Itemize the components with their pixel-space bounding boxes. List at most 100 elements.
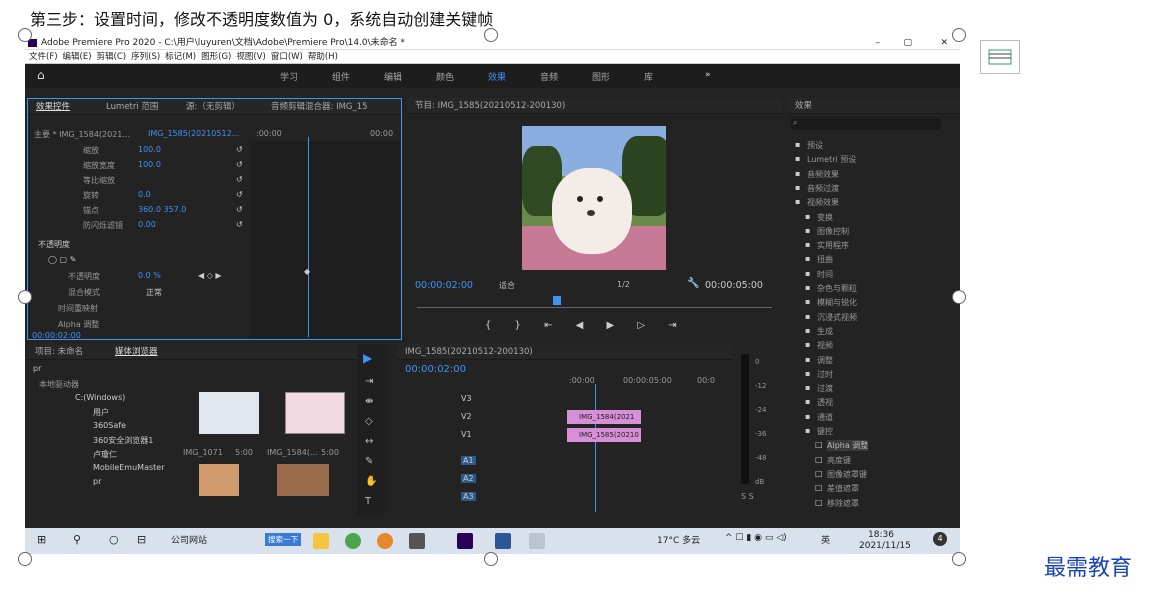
menu-item-7[interactable]: 窗口(W): [271, 52, 303, 62]
resize-handle-mr[interactable]: [952, 290, 966, 304]
ec-tab-2[interactable]: 源:（无剪辑）: [186, 99, 240, 115]
effects-item-23[interactable]: 图像遮罩键: [827, 469, 867, 480]
program-playhead[interactable]: [553, 296, 561, 305]
effects-item-20[interactable]: 键控: [817, 426, 833, 437]
home-icon[interactable]: ⌂: [37, 68, 45, 82]
effects-item-7[interactable]: 实用程序: [817, 240, 849, 251]
resize-handle-ml[interactable]: [18, 290, 32, 304]
workspace-tab-5[interactable]: 音频: [540, 70, 558, 83]
menu-item-2[interactable]: 剪辑(C): [97, 52, 127, 62]
maximize-button[interactable]: ▢: [903, 36, 912, 50]
project-tab-0[interactable]: 项目: 未命名: [35, 344, 83, 360]
workspace-tab-0[interactable]: 学习: [280, 70, 298, 83]
effects-item-4[interactable]: 视频效果: [807, 197, 839, 208]
workspace-tab-4[interactable]: 效果: [488, 70, 506, 83]
text-wrap-icon[interactable]: [980, 40, 1020, 74]
cortana-icon[interactable]: ○: [109, 533, 119, 546]
effects-item-5[interactable]: 变换: [817, 212, 833, 223]
keyframe-diamond[interactable]: ◆: [304, 267, 310, 276]
menu-item-0[interactable]: 文件(F): [29, 52, 58, 62]
ec-prop-value[interactable]: 100.0: [138, 160, 161, 169]
browser-search-button[interactable]: 搜索一下: [265, 533, 301, 546]
tree-item-6[interactable]: pr: [93, 477, 101, 486]
effects-item-3[interactable]: 音频过渡: [807, 183, 839, 194]
blend-mode-select[interactable]: 正常: [146, 287, 162, 298]
premiere-taskbar-icon[interactable]: [457, 533, 473, 549]
ec-timecode[interactable]: 00:00:02:00: [32, 331, 81, 339]
timeline-playhead[interactable]: [595, 384, 596, 512]
effects-item-1[interactable]: Lumetri 预设: [807, 154, 856, 165]
workspace-tab-2[interactable]: 编辑: [384, 70, 402, 83]
tree-item-3[interactable]: 360安全浏览器1: [93, 435, 153, 446]
reset-icon[interactable]: ↺: [236, 175, 243, 184]
file-explorer-icon[interactable]: [313, 533, 329, 549]
network-app-icon[interactable]: [529, 533, 545, 549]
mask-shape-tools[interactable]: ◯ ▢ ✎: [48, 255, 76, 264]
ec-keyframe-area[interactable]: ◆: [250, 137, 400, 339]
master-clip-label[interactable]: 主要 * IMG_1584(2021...: [34, 129, 130, 140]
fx-opacity-label[interactable]: 不透明度: [38, 239, 70, 250]
reset-icon[interactable]: ↺: [236, 190, 243, 199]
transport-controls[interactable]: { } ⇤ ◀ ▶ ▷ ⇥: [485, 320, 687, 331]
effects-item-16[interactable]: 过时: [817, 369, 833, 380]
opacity-value[interactable]: 0.0 %: [138, 271, 161, 280]
tree-item-0[interactable]: C:(Windows): [75, 393, 125, 402]
effects-item-19[interactable]: 通道: [817, 412, 833, 423]
keyframe-nav-icon[interactable]: ◀ ◇ ▶: [198, 271, 222, 280]
workspace-tab-6[interactable]: 图形: [592, 70, 610, 83]
input-language[interactable]: 英: [821, 533, 830, 546]
tree-item-1[interactable]: 用户: [93, 407, 109, 418]
app-icon[interactable]: [377, 533, 393, 549]
audio-track-A1[interactable]: A1: [461, 456, 476, 465]
resize-handle-tc[interactable]: [484, 28, 498, 42]
word-icon[interactable]: [495, 533, 511, 549]
ec-prop-value[interactable]: 360.0 357.0: [138, 205, 186, 214]
quality-select[interactable]: 1/2: [617, 280, 630, 289]
search-icon[interactable]: ⚲: [73, 533, 81, 546]
tool-icons[interactable]: ⇥ ⇼ ◇ ↔ ✎ ✋ T: [365, 372, 379, 512]
audio-track-A2[interactable]: A2: [461, 474, 476, 483]
close-button[interactable]: ✕: [940, 36, 948, 50]
thumb-3-image[interactable]: [199, 464, 239, 496]
effects-item-15[interactable]: 调整: [817, 355, 833, 366]
effects-item-9[interactable]: 时间: [817, 269, 833, 280]
workspace-tab-7[interactable]: 库: [644, 70, 653, 83]
menu-item-5[interactable]: 图形(G): [201, 52, 231, 62]
reset-icon[interactable]: ↺: [236, 205, 243, 214]
weather-status[interactable]: 17°C 多云: [657, 533, 700, 546]
menu-item-1[interactable]: 编辑(E): [63, 52, 92, 62]
task-view-icon[interactable]: ⊟: [137, 533, 146, 546]
playhead-line[interactable]: [308, 137, 309, 337]
settings-icon[interactable]: [409, 533, 425, 549]
effects-item-12[interactable]: 沉浸式视频: [817, 312, 857, 323]
wrench-icon[interactable]: 🔧: [687, 278, 699, 289]
video-track-V1[interactable]: V1: [461, 430, 472, 439]
effects-search-input[interactable]: ⌕: [791, 118, 941, 130]
resize-handle-tr[interactable]: [952, 28, 966, 42]
reset-icon[interactable]: ↺: [236, 145, 243, 154]
video-track-V3[interactable]: V3: [461, 394, 472, 403]
start-icon[interactable]: ⊞: [37, 533, 46, 546]
effects-item-25[interactable]: 移除遮罩: [827, 498, 859, 509]
clock-time[interactable]: 18:36: [868, 530, 894, 540]
ec-tab-3[interactable]: 音频剪辑混合器: IMG_15: [271, 99, 368, 115]
menu-item-8[interactable]: 帮助(H): [308, 52, 338, 62]
program-scrubber[interactable]: [417, 307, 772, 308]
thumb-1-image[interactable]: [199, 392, 259, 434]
workspace-tab-1[interactable]: 组件: [332, 70, 350, 83]
ec-prop-value[interactable]: 0.00: [138, 220, 156, 229]
selection-tool-icon[interactable]: ▶: [363, 348, 379, 368]
video-track-V2[interactable]: V2: [461, 412, 472, 421]
ec-tab-0[interactable]: 效果控件: [36, 99, 70, 115]
effects-item-21[interactable]: Alpha 调整: [827, 440, 869, 452]
effects-item-17[interactable]: 过渡: [817, 383, 833, 394]
timeline-timecode[interactable]: 00:00:02:00: [405, 364, 466, 375]
resize-handle-bl[interactable]: [18, 552, 32, 566]
browser-search-label[interactable]: 公司网站: [171, 533, 207, 546]
minimize-button[interactable]: –: [876, 36, 881, 50]
menu-item-4[interactable]: 标记(M): [165, 52, 196, 62]
menu-item-3[interactable]: 序列(S): [131, 52, 160, 62]
effects-item-11[interactable]: 模糊与锐化: [817, 297, 857, 308]
tree-item-4[interactable]: 卢瓊仁: [93, 449, 117, 460]
workspace-tab-3[interactable]: 颜色: [436, 70, 454, 83]
